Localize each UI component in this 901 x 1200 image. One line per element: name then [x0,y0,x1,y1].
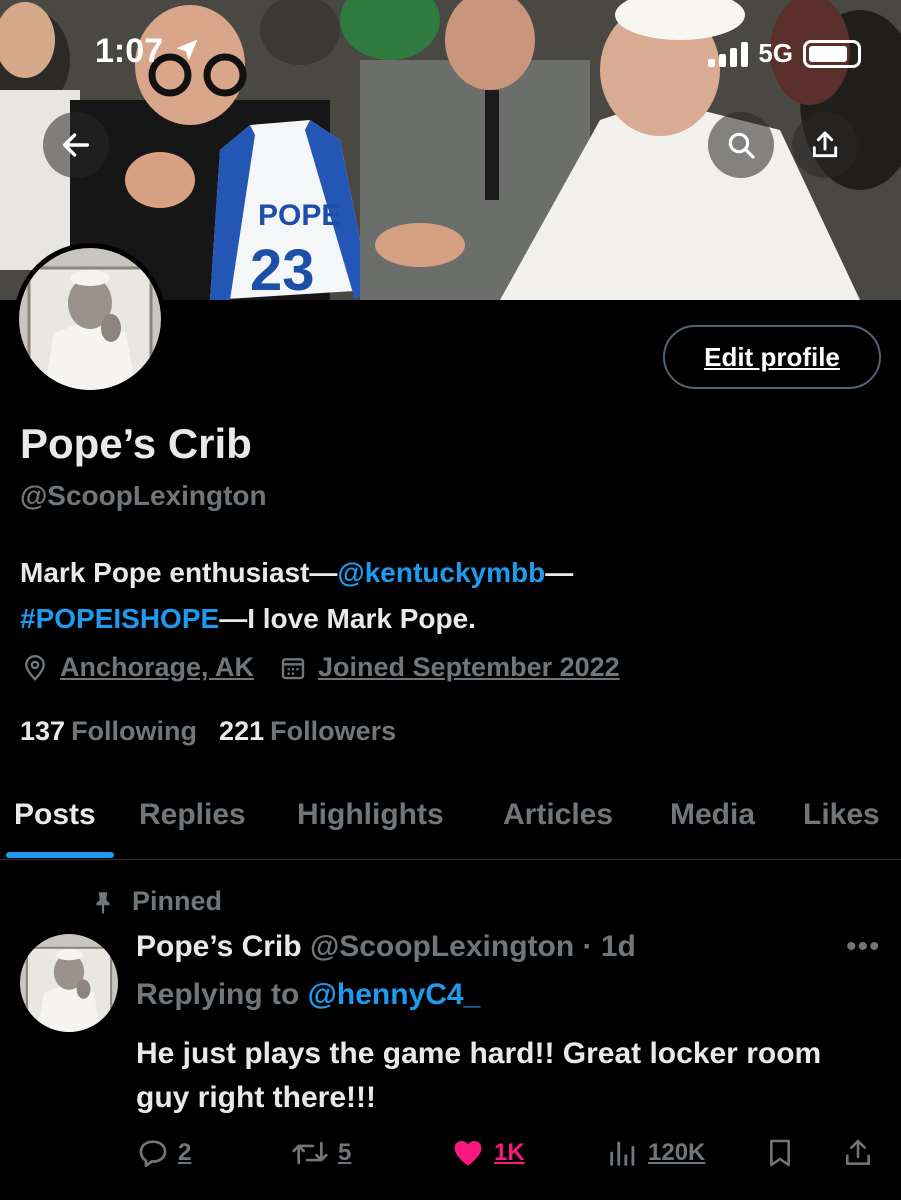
bio-mention-link[interactable]: @kentuckymbb [337,557,545,588]
location-arrow-icon [176,39,198,61]
tab-articles[interactable]: Articles [503,798,613,832]
location-pin-icon [25,654,45,681]
profile-tabs: Posts Replies Highlights Articles Media … [0,780,901,860]
tab-media[interactable]: Media [670,798,755,832]
bio-text: —I love Mark Pope. [219,603,476,634]
views-button[interactable]: 120K [606,1136,705,1170]
status-time: 1:07 [95,32,201,71]
pin-icon [96,891,110,914]
retweet-icon [292,1141,328,1165]
signal-icon [708,41,749,67]
tweet-avatar[interactable] [20,934,118,1032]
followers-count: 221 [219,716,265,746]
retweet-button[interactable]: 5 [290,1136,351,1170]
back-button[interactable] [43,112,109,178]
followers-label: Followers [270,716,397,746]
upload-button[interactable] [842,1136,874,1170]
profile-display-name: Pope’s Crib [20,420,252,467]
pinned-label: Pinned [90,886,222,917]
tweet-timestamp[interactable]: · 1d [583,930,636,963]
like-button[interactable]: 1K [450,1136,525,1170]
search-icon [728,132,755,159]
following-link[interactable]: 137 Following [20,716,197,747]
tweet-text: He just plays the game hard!! Great lock… [136,1037,822,1114]
tab-replies[interactable]: Replies [139,798,246,832]
bio-hashtag-link[interactable]: #POPEISHOPE [20,603,219,634]
tweet-actions: 2 5 1K 120K [0,1130,901,1178]
network-label: 5G [758,38,793,68]
edit-profile-button[interactable]: Edit profile [663,325,881,389]
profile-banner[interactable]: POPE 23 1:07 5G [0,0,901,300]
active-tab-indicator [6,852,114,858]
calendar-icon [281,657,305,679]
bookmark-icon [770,1139,790,1167]
following-label: Following [71,716,198,746]
jersey-name: POPE [258,199,341,232]
profile-handle: @ScoopLexington [20,480,267,511]
bio-text: Mark Pope enthusiast— [20,557,338,588]
tab-posts[interactable]: Posts [14,798,96,832]
retweet-count: 5 [338,1139,352,1166]
pinned-text: Pinned [132,886,223,916]
jersey-number: 23 [250,238,315,300]
followers-link[interactable]: 221 Followers [219,716,396,747]
reply-icon [139,1140,167,1168]
avatar-image [20,934,118,1032]
joined-date: Joined September 2022 [278,652,620,683]
avatar-image [19,248,161,390]
following-count: 137 [20,716,66,746]
tab-highlights[interactable]: Highlights [297,798,444,832]
share-icon [812,131,838,158]
more-icon[interactable]: ••• [846,930,881,964]
location: Anchorage, AK [20,652,254,683]
reply-button[interactable]: 2 [136,1136,191,1170]
replying-prefix: Replying to [136,978,308,1011]
bookmark-button[interactable] [764,1136,796,1170]
views-icon [610,1141,635,1166]
location-text[interactable]: Anchorage, AK [60,652,254,683]
joined-text[interactable]: Joined September 2022 [318,652,620,683]
profile-bio: Mark Pope enthusiast—@kentuckymbb— #POPE… [20,550,880,642]
bio-text: — [545,557,574,588]
upload-icon [846,1139,870,1165]
back-arrow-icon [62,133,90,157]
replying-to: Replying to @hennyC4_ [136,978,480,1012]
share-button[interactable] [792,112,858,178]
status-indicators: 5G [708,38,861,69]
tab-likes[interactable]: Likes [803,798,880,832]
tweet-author-handle[interactable]: @ScoopLexington [310,930,574,963]
replying-to-link[interactable]: @hennyC4_ [308,978,481,1011]
profile-meta: Anchorage, AK Joined September 2022 [20,652,644,683]
heart-icon [454,1140,482,1166]
battery-icon [803,39,861,68]
view-count: 120K [648,1139,706,1166]
tweet-header: Pope’s Crib @ScoopLexington · 1d [136,930,636,964]
tweet-author-name[interactable]: Pope’s Crib [136,930,302,963]
reply-count: 2 [178,1139,192,1166]
profile-avatar[interactable] [14,243,166,395]
follow-counts: 137 Following 221 Followers [20,716,418,747]
search-button[interactable] [708,112,774,178]
like-count: 1K [494,1139,525,1166]
